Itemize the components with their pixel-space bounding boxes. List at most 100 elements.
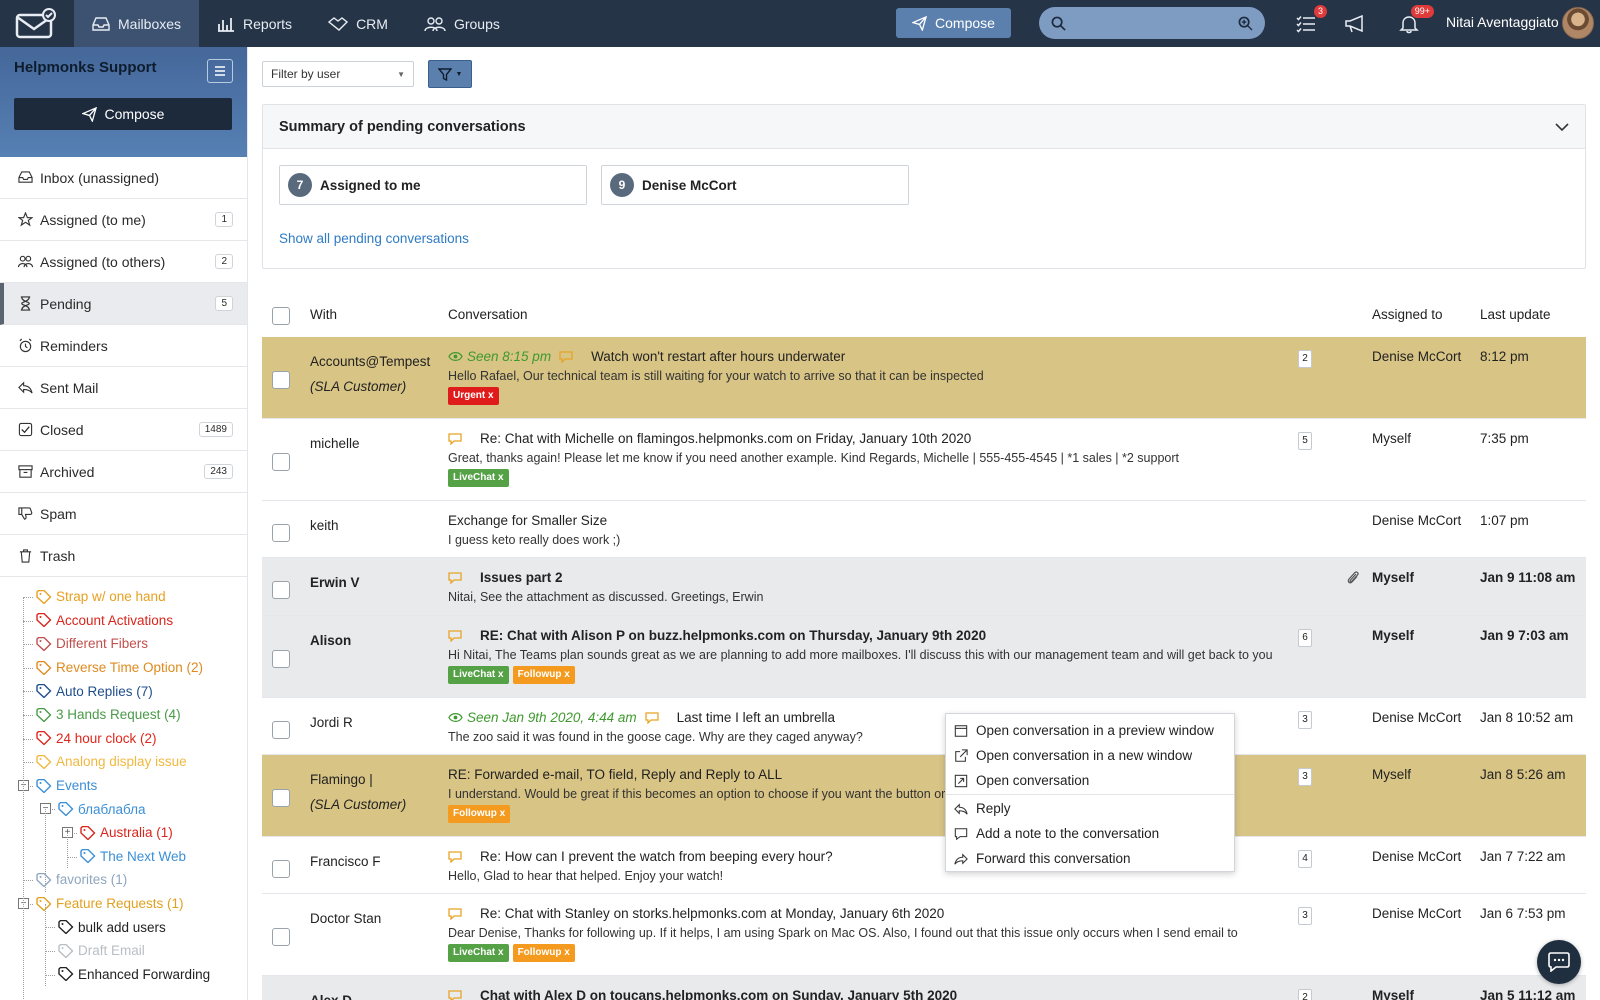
row-subject[interactable]: Watch won't restart after hours underwat… — [591, 349, 845, 364]
row-checkbox[interactable] — [272, 789, 290, 807]
table-row[interactable]: Erwin V Issues part 2 Nitai, See the attac… — [262, 558, 1586, 616]
sidebar-item-reminders[interactable]: Reminders — [0, 325, 247, 367]
announcements-button[interactable] — [1342, 11, 1368, 37]
tag-item[interactable]: The Next Web — [0, 845, 247, 869]
live-chat-button[interactable] — [1537, 940, 1581, 984]
contact-name[interactable]: Accounts@Tempest — [310, 349, 430, 374]
row-checkbox[interactable] — [272, 650, 290, 668]
filter-options-button[interactable]: ▼ — [428, 60, 472, 88]
column-last-update[interactable]: Last update — [1480, 307, 1551, 322]
row-subject[interactable]: Issues part 2 — [480, 570, 563, 585]
sidebar-item-trash[interactable]: Trash — [0, 535, 247, 577]
row-subject[interactable]: Last time I left an umbrella — [677, 710, 835, 725]
tag-item[interactable]: + Australia (1) — [0, 821, 247, 845]
label-badge[interactable]: LiveChat x — [448, 666, 509, 684]
sidebar-toggle-button[interactable] — [207, 59, 233, 83]
table-row[interactable]: keith Exchange for Smaller Size I guess ke… — [262, 501, 1586, 558]
contact-name[interactable]: Jordi R — [310, 710, 353, 735]
label-badge[interactable]: LiveChat x — [448, 469, 509, 487]
nav-mailboxes[interactable]: Mailboxes — [74, 0, 200, 47]
sidebar-item-pending[interactable]: Pending 5 — [0, 283, 247, 325]
context-menu-item[interactable]: Add a note to the conversation — [946, 821, 1234, 846]
row-checkbox[interactable] — [272, 524, 290, 542]
label-badge[interactable]: Followup x — [448, 805, 511, 823]
row-subject[interactable]: RE: Chat with Alison P on buzz.helpmonks… — [480, 628, 986, 643]
context-menu-item[interactable]: Reply — [946, 796, 1234, 821]
contact-name[interactable]: Erwin V — [310, 570, 360, 595]
tasks-button[interactable]: 3 — [1293, 5, 1327, 37]
sidebar-item-assigned-to-others[interactable]: Assigned (to others) 2 — [0, 241, 247, 283]
sidebar-item-assigned-to-me[interactable]: Assigned (to me) 1 — [0, 199, 247, 241]
tag-item[interactable]: Enhanced Forwarding — [0, 963, 247, 987]
app-logo[interactable] — [0, 0, 74, 47]
sidebar-item-spam[interactable]: Spam — [0, 493, 247, 535]
contact-name[interactable]: Alex D — [310, 988, 352, 1000]
tag-item[interactable]: favorites (1) — [0, 868, 247, 892]
summary-card-denise-mccort[interactable]: 9 Denise McCort — [601, 165, 909, 205]
summary-header[interactable]: Summary of pending conversations — [263, 105, 1585, 149]
tag-item[interactable]: Different Fibers — [0, 632, 247, 656]
global-search[interactable] — [1039, 7, 1265, 39]
show-all-pending-link[interactable]: Show all pending conversations — [279, 231, 469, 246]
tag-item[interactable]: Draft Email — [0, 939, 247, 963]
summary-card-assigned-to-me[interactable]: 7 Assigned to me — [279, 165, 587, 205]
contact-name[interactable]: Doctor Stan — [310, 906, 381, 931]
select-all-checkbox[interactable] — [272, 307, 290, 325]
tag-item[interactable]: bulk add users — [0, 915, 247, 939]
sidebar-compose-button[interactable]: Compose — [14, 98, 232, 130]
notifications-button[interactable]: 99+ — [1396, 5, 1434, 37]
sidebar-item-sent-mail[interactable]: Sent Mail — [0, 367, 247, 409]
contact-name[interactable]: Flamingo | — [310, 767, 406, 792]
tag-item[interactable]: 24 hour clock (2) — [0, 727, 247, 751]
tag-item[interactable]: − блаблабла — [0, 797, 247, 821]
table-row[interactable]: Accounts@Tempest (SLA Customer) Seen 8:15 … — [262, 337, 1586, 419]
tag-item[interactable]: Auto Replies (7) — [0, 679, 247, 703]
table-row[interactable]: michelle Re: Chat with Michelle on flamin… — [262, 419, 1586, 501]
sidebar-item-inbox-unassigned[interactable]: Inbox (unassigned) — [0, 157, 247, 199]
contact-name[interactable]: michelle — [310, 431, 360, 456]
row-subject[interactable]: Exchange for Smaller Size — [448, 513, 607, 528]
row-checkbox[interactable] — [272, 721, 290, 739]
tag-item[interactable]: − Events — [0, 774, 247, 798]
contact-name[interactable]: keith — [310, 513, 339, 538]
tag-item[interactable]: Analong display issue — [0, 750, 247, 774]
tag-item[interactable]: Account Activations — [0, 609, 247, 633]
row-subject[interactable]: RE: Forwarded e-mail, TO field, Reply an… — [448, 767, 782, 782]
label-badge[interactable]: Followup x — [512, 666, 575, 684]
label-badge[interactable]: Urgent x — [448, 387, 499, 405]
row-subject[interactable]: Chat with Alex D on toucans.helpmonks.co… — [480, 988, 957, 1000]
nav-groups[interactable]: Groups — [406, 0, 518, 47]
table-row[interactable]: Alison RE: Chat with Alison P on buzz.hel… — [262, 616, 1586, 698]
table-row[interactable]: Francisco F Re: How can I prevent the wat… — [262, 837, 1586, 894]
contact-name[interactable]: Francisco F — [310, 849, 381, 874]
row-subject[interactable]: Re: Chat with Stanley on storks.helpmonk… — [480, 906, 944, 921]
context-menu-item[interactable]: Forward this conversation — [946, 846, 1234, 871]
column-assigned-to[interactable]: Assigned to — [1372, 307, 1443, 322]
sidebar-item-closed[interactable]: Closed 1489 — [0, 409, 247, 451]
row-checkbox[interactable] — [272, 453, 290, 471]
tag-item[interactable]: Strap w/ one hand — [0, 585, 247, 609]
context-menu-item[interactable]: Open conversation in a preview window — [946, 718, 1234, 743]
filter-by-user-select[interactable]: Filter by user ▼ — [262, 61, 414, 87]
tag-item[interactable]: 3 Hands Request (4) — [0, 703, 247, 727]
row-subject[interactable]: Re: Chat with Michelle on flamingos.help… — [480, 431, 971, 446]
sidebar-item-archived[interactable]: Archived 243 — [0, 451, 247, 493]
table-row[interactable]: Jordi R Seen Jan 9th 2020, 4:44 am Last ti… — [262, 698, 1586, 755]
tag-item[interactable]: − Feature Requests (1) — [0, 892, 247, 916]
context-menu-item[interactable]: Open conversation — [946, 768, 1234, 793]
top-compose-button[interactable]: Compose — [896, 8, 1011, 38]
column-conversation[interactable]: Conversation — [448, 307, 528, 322]
user-name[interactable]: Nitai Aventaggiato — [1446, 14, 1559, 30]
nav-reports[interactable]: Reports — [199, 0, 310, 47]
tag-item[interactable]: Reverse Time Option (2) — [0, 656, 247, 680]
chevron-down-icon[interactable] — [1555, 122, 1569, 132]
avatar[interactable] — [1562, 7, 1594, 39]
label-badge[interactable]: LiveChat x — [448, 944, 509, 962]
column-with[interactable]: With — [310, 307, 337, 322]
row-subject[interactable]: Re: How can I prevent the watch from bee… — [480, 849, 833, 864]
mailbox-title[interactable]: Helpmonks Support — [14, 59, 233, 76]
context-menu-item[interactable]: Open conversation in a new window — [946, 743, 1234, 768]
table-row[interactable]: Flamingo | (SLA Customer) RE: Forwarded e-… — [262, 755, 1586, 837]
table-row[interactable]: Alex D Chat with Alex D on toucans.helpmo… — [262, 976, 1586, 1000]
row-checkbox[interactable] — [272, 860, 290, 878]
